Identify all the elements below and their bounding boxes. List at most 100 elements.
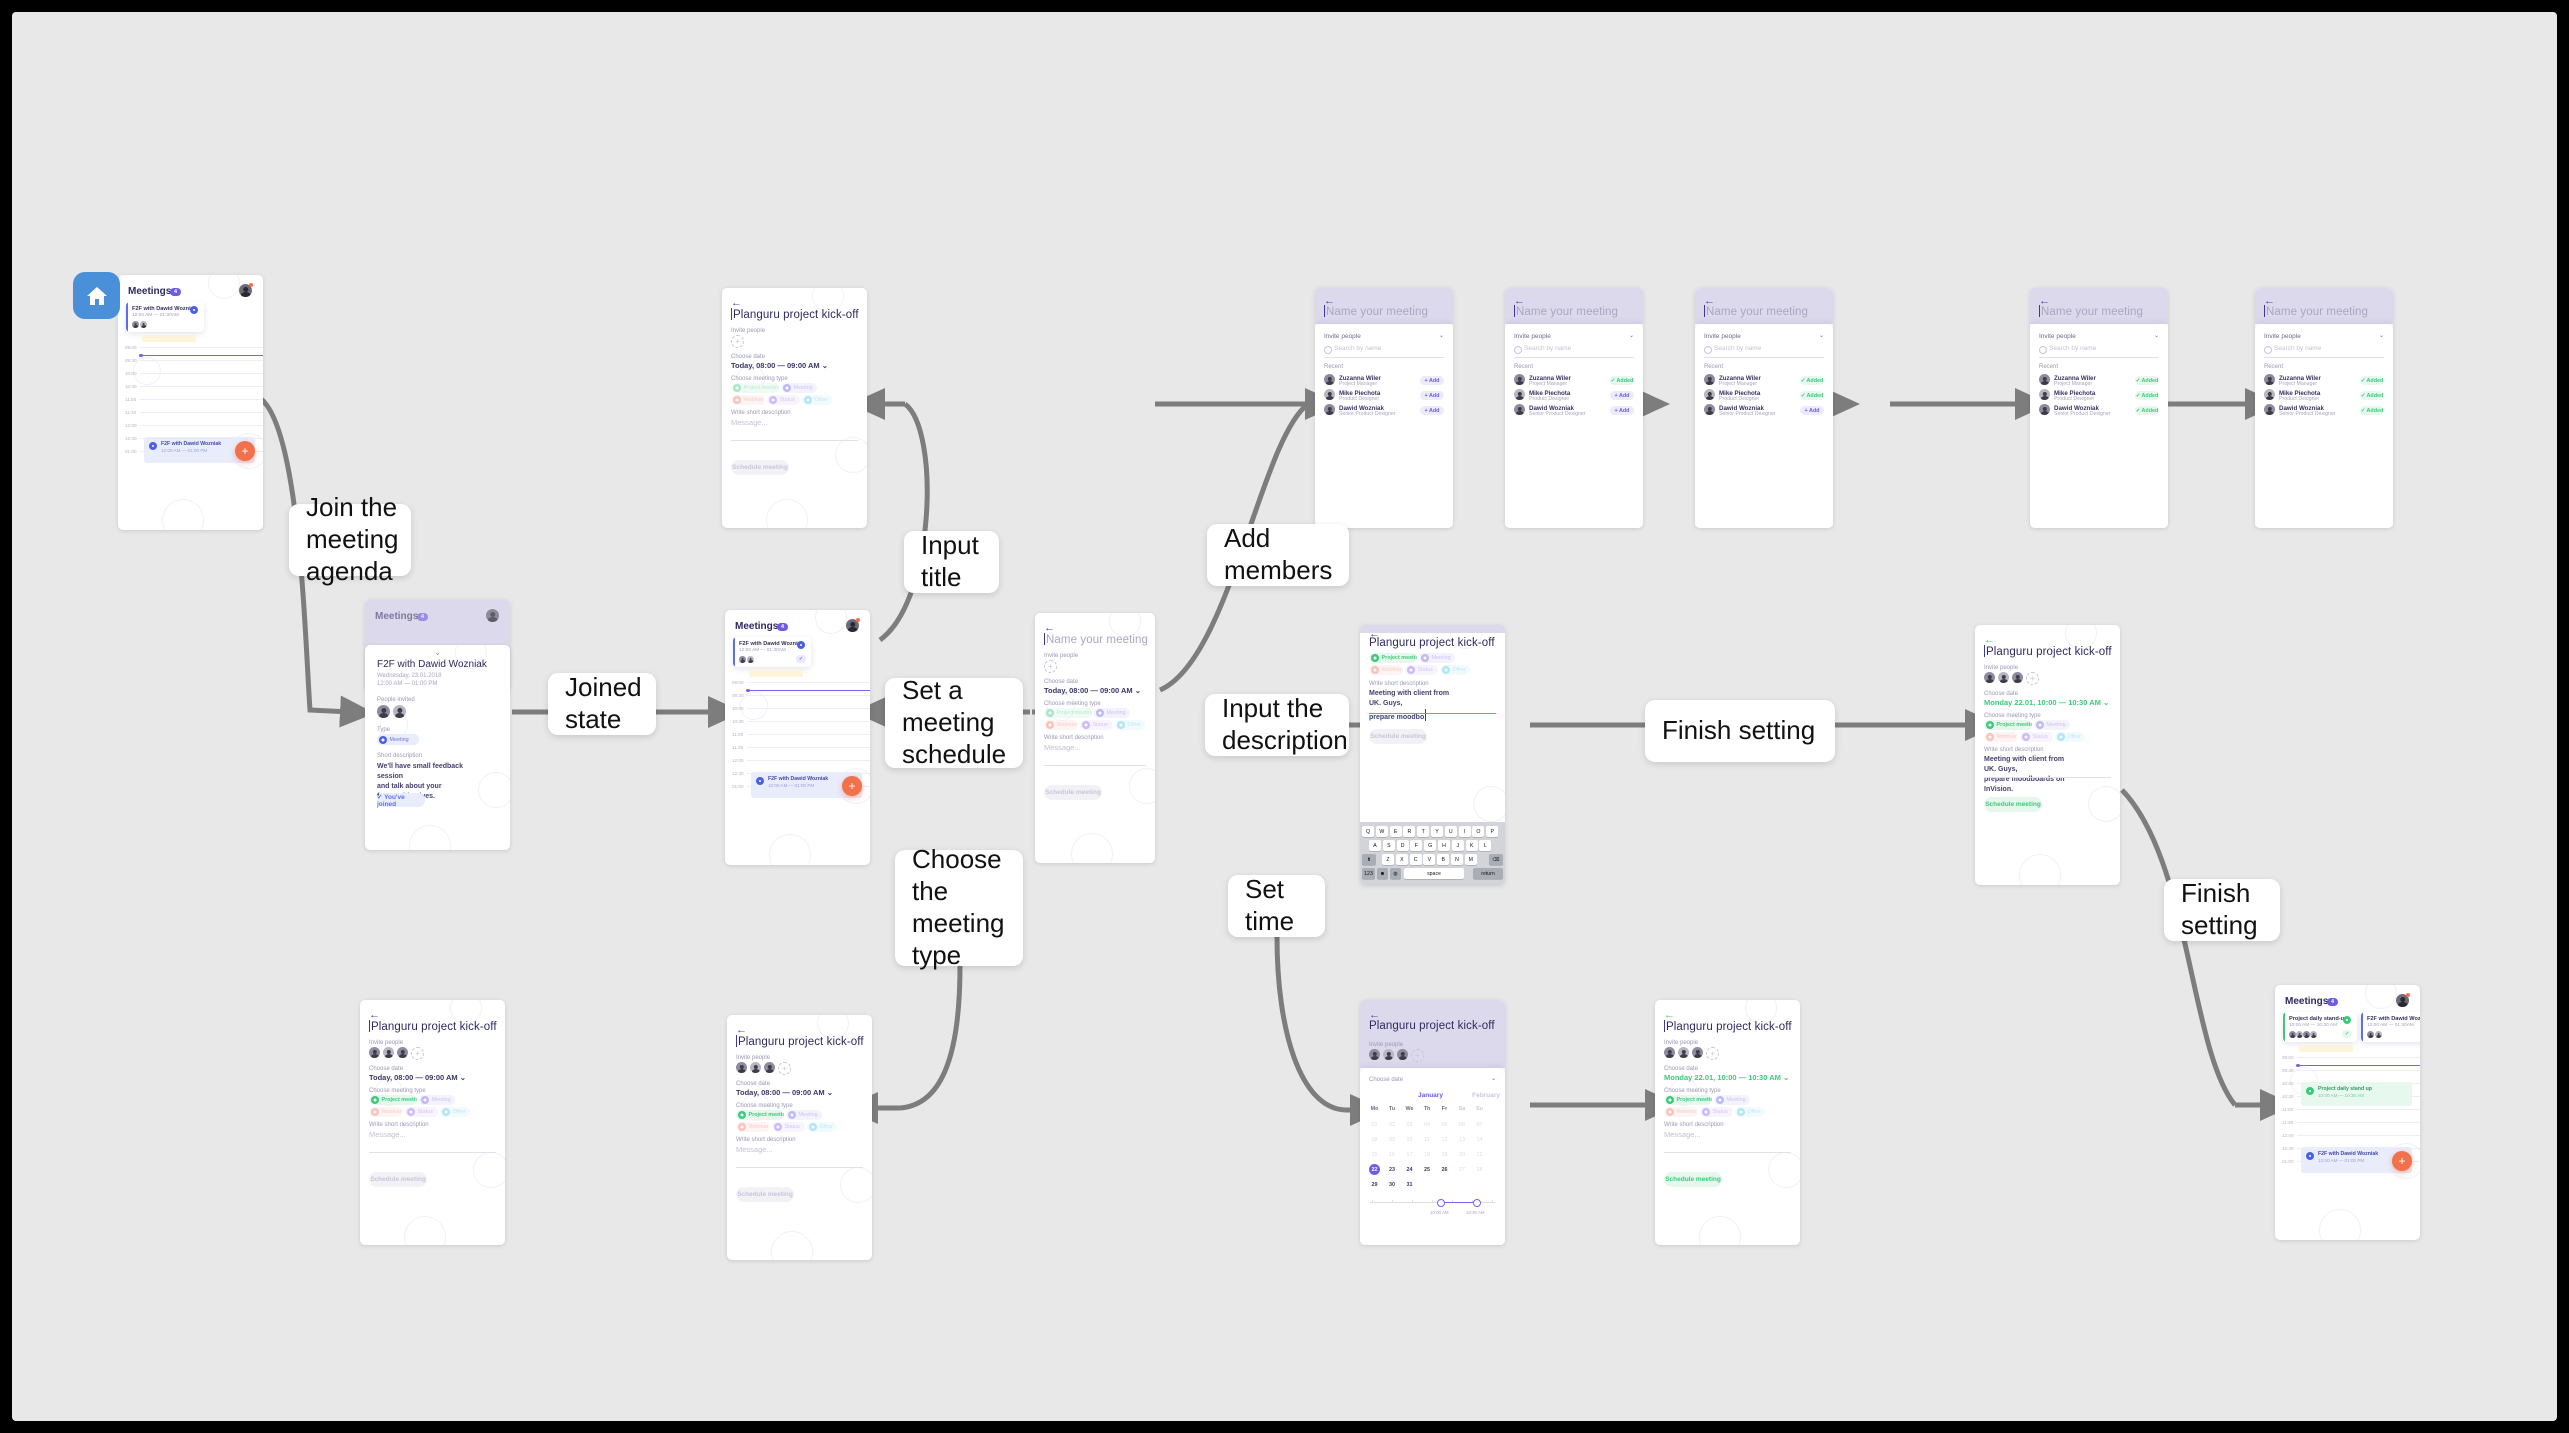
numbers-key[interactable]: 123 xyxy=(1362,868,1375,879)
space-key[interactable]: space xyxy=(1404,868,1464,879)
chip-meeting[interactable]: Meeting xyxy=(781,383,817,393)
key-O[interactable]: O xyxy=(1472,826,1485,837)
add-person-button[interactable]: + xyxy=(1706,1047,1719,1060)
key-W[interactable]: W xyxy=(1375,826,1388,837)
day-cell[interactable]: 10 xyxy=(1405,1137,1414,1143)
key-S[interactable]: S xyxy=(1382,840,1395,851)
day-cell[interactable]: 13 xyxy=(1458,1137,1467,1143)
key-U[interactable]: U xyxy=(1444,826,1457,837)
add-person-button[interactable]: + Add xyxy=(1610,391,1634,400)
key-L[interactable]: L xyxy=(1479,840,1492,851)
chip-meeting[interactable]: Meeting xyxy=(1419,653,1455,663)
added-badge[interactable]: ✓ Added xyxy=(2135,376,2159,385)
search-input[interactable]: Search by name xyxy=(1714,345,1761,352)
meeting-title[interactable]: Planguru project kick-off xyxy=(1369,1020,1495,1032)
chip-project-meeting[interactable]: Project meeting xyxy=(1984,720,2032,730)
day-cell[interactable]: 18 xyxy=(1423,1152,1432,1158)
day-cell[interactable]: 03 xyxy=(1405,1122,1414,1128)
backspace-key[interactable]: ⌫ xyxy=(1489,854,1503,865)
time-slider-end-knob[interactable] xyxy=(1473,1199,1481,1207)
key-R[interactable]: R xyxy=(1403,826,1416,837)
chip-other[interactable]: Other xyxy=(1440,665,1470,675)
add-person-button[interactable]: + xyxy=(1411,1049,1424,1062)
meeting-title[interactable]: Planguru project kick-off xyxy=(1984,645,2112,658)
search-input[interactable]: Search by name xyxy=(1524,345,1571,352)
meeting-title[interactable]: Planguru project kick-off xyxy=(1369,637,1495,649)
day-cell[interactable]: 30 xyxy=(1388,1182,1397,1188)
meeting-card[interactable]: F2F with Dawid Wozniak 12:00 AM — 01:30AM… xyxy=(733,637,811,667)
schedule-meeting-button[interactable]: Schedule meeting xyxy=(1664,1172,1722,1187)
add-person-button[interactable]: + Add xyxy=(1420,406,1444,415)
key-D[interactable]: D xyxy=(1396,840,1409,851)
chip-status[interactable]: Status xyxy=(2020,732,2053,742)
search-input[interactable]: Search by name xyxy=(2049,345,2096,352)
add-person-button[interactable]: + Add xyxy=(1420,391,1444,400)
schedule-meeting-button[interactable]: Schedule meeting xyxy=(731,460,789,475)
day-cell[interactable]: 12 xyxy=(1440,1137,1449,1143)
schedule-meeting-button[interactable]: Schedule meeting xyxy=(1984,797,2042,812)
day-cell[interactable]: 04 xyxy=(1423,1122,1432,1128)
chip-status[interactable]: Status xyxy=(767,395,800,405)
message-placeholder[interactable]: Message... xyxy=(736,1145,773,1154)
chip-project-meeting[interactable]: Project meeting xyxy=(1044,708,1092,718)
add-person-button[interactable]: + xyxy=(2026,672,2039,685)
day-cell[interactable]: 26 xyxy=(1440,1167,1449,1173)
added-badge[interactable]: ✓ Added xyxy=(2135,406,2159,415)
chip-project-meeting[interactable]: Project meeting xyxy=(731,383,779,393)
day-cell[interactable]: 24 xyxy=(1405,1167,1414,1173)
day-cell[interactable]: 25 xyxy=(1423,1167,1432,1173)
chevron-down-icon[interactable]: ⌄ xyxy=(1629,332,1634,339)
return-key[interactable]: return xyxy=(1473,868,1503,879)
key-M[interactable]: M xyxy=(1464,854,1477,865)
chip-meeting[interactable]: Meeting xyxy=(1714,1095,1750,1105)
meeting-title[interactable]: Name your meeting xyxy=(1704,305,1808,318)
day-cell[interactable]: 08 xyxy=(1370,1137,1379,1143)
message-placeholder[interactable]: Message... xyxy=(1044,743,1081,752)
day-cell[interactable]: 31 xyxy=(1405,1182,1414,1188)
chevron-down-icon[interactable]: ⌄ xyxy=(2379,332,2384,339)
meeting-title[interactable]: Name your meeting xyxy=(1514,305,1618,318)
day-cell[interactable]: 14 xyxy=(1475,1137,1484,1143)
chip-webinar[interactable]: Webinar xyxy=(736,1122,770,1132)
schedule-meeting-button[interactable]: Schedule meeting xyxy=(1369,729,1427,744)
meeting-date-value[interactable]: Monday 22.01, 10:00 — 10:30 AM ⌄ xyxy=(1984,698,2109,707)
chip-project-meeting[interactable]: Project meeting xyxy=(736,1110,784,1120)
chevron-down-icon[interactable]: ⌄ xyxy=(1439,332,1444,339)
chip-meeting[interactable]: Meeting xyxy=(786,1110,822,1120)
meeting-title[interactable]: Name your meeting xyxy=(2264,305,2368,318)
added-badge[interactable]: ✓ Added xyxy=(1610,376,1634,385)
message-placeholder[interactable]: Message... xyxy=(369,1130,406,1139)
chip-status[interactable]: Status xyxy=(1405,665,1438,675)
chip-webinar[interactable]: Webinar xyxy=(369,1107,403,1117)
day-cell[interactable]: 06 xyxy=(1458,1122,1467,1128)
selected-day[interactable]: 22 xyxy=(1369,1164,1380,1175)
chip-status[interactable]: Status xyxy=(1700,1107,1733,1117)
key-H[interactable]: H xyxy=(1438,840,1450,851)
chip-other[interactable]: Other xyxy=(1735,1107,1765,1117)
key-K[interactable]: K xyxy=(1465,840,1478,851)
meeting-title[interactable]: Name your meeting xyxy=(2039,305,2143,318)
key-T[interactable]: T xyxy=(1417,826,1430,837)
chip-other[interactable]: Other xyxy=(440,1107,470,1117)
chevron-down-icon[interactable]: ⌄ xyxy=(1819,332,1824,339)
month-current[interactable]: January xyxy=(1418,1092,1443,1099)
day-cell[interactable]: 20 xyxy=(1458,1152,1467,1158)
add-person-button[interactable]: + xyxy=(411,1047,424,1060)
meeting-card[interactable]: F2F with Dawid Wozniak12:00 AM — 01:30AM xyxy=(2361,1012,2420,1042)
day-cell[interactable]: 23 xyxy=(1388,1167,1397,1173)
chip-status[interactable]: Status xyxy=(772,1122,805,1132)
day-cell[interactable]: 28 xyxy=(1475,1167,1484,1173)
add-person-button[interactable]: + Add xyxy=(1420,376,1444,385)
chip-meeting[interactable]: Meeting xyxy=(2034,720,2070,730)
add-person-button[interactable]: + xyxy=(731,335,744,348)
youve-joined-button[interactable]: ✓ You've joined xyxy=(377,793,425,808)
key-C[interactable]: C xyxy=(1409,854,1422,865)
key-V[interactable]: V xyxy=(1423,854,1436,865)
added-badge[interactable]: ✓ Added xyxy=(2360,406,2384,415)
key-J[interactable]: J xyxy=(1451,840,1464,851)
chip-meeting[interactable]: Meeting xyxy=(419,1095,455,1105)
meeting-title[interactable]: Planguru project kick-off xyxy=(369,1020,497,1033)
message-placeholder[interactable]: Message... xyxy=(731,418,768,427)
day-cell[interactable]: 01 xyxy=(1370,1122,1379,1128)
meeting-title[interactable]: Planguru project kick-off xyxy=(1664,1020,1792,1033)
